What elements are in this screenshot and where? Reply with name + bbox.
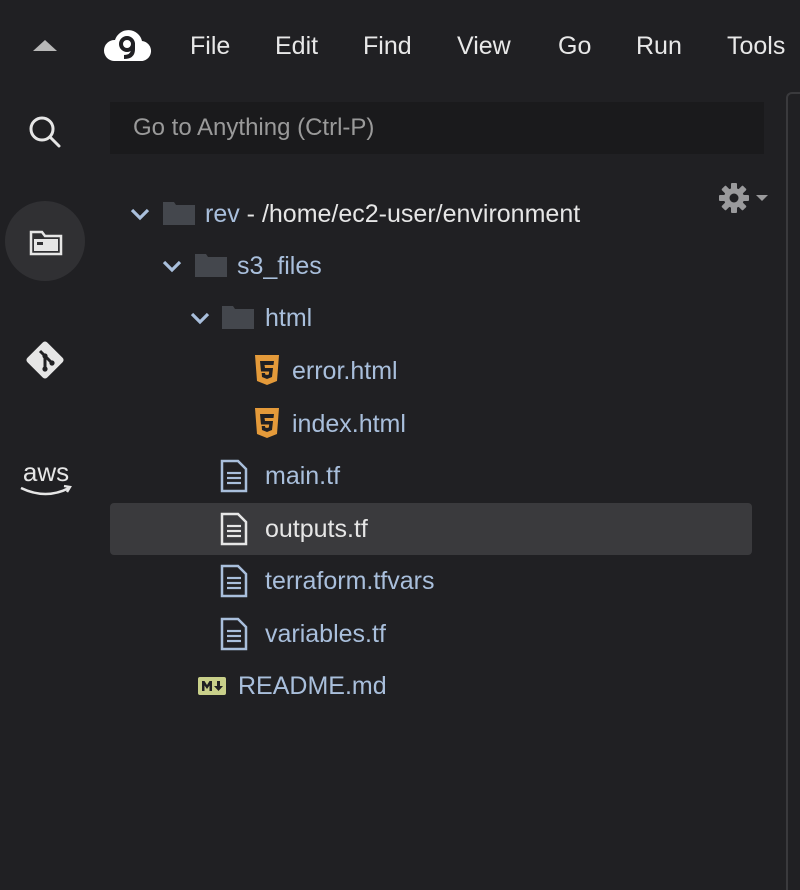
tree-item-label: variables.tf [265,620,386,648]
tree-file-index-html[interactable]: index.html [110,398,752,450]
folder-icon [163,202,195,225]
go-to-anything-input[interactable] [110,102,764,154]
file-icon [220,564,248,598]
tree-item-label: s3_files [237,252,322,280]
chevron-down-icon[interactable] [190,311,210,325]
root-folder-name: rev [205,200,240,228]
file-icon [220,617,248,651]
cloud9-logo-icon [103,30,152,62]
tree-folder-html[interactable]: html [110,292,752,344]
folder-icon [195,254,227,277]
ide-window: File Edit Find View Go Run Tools aws Go … [0,0,800,890]
root-folder-path: - /home/ec2-user/environment [239,200,581,228]
tree-item-label: index.html [292,410,406,438]
menu-find[interactable]: Find [363,30,412,62]
search-icon [29,116,61,148]
tree-folder-s3-files[interactable]: s3_files [110,240,752,292]
tree-item-label: error.html [292,357,398,385]
tree-item-label: html [265,304,313,332]
html5-icon [255,408,279,438]
menu-bar: File Edit Find View Go Run Tools [0,0,800,92]
collapse-menu-icon[interactable] [33,40,57,51]
folder-icon [29,230,63,256]
tree-file-terraform-tfvars[interactable]: terraform.tfvars [110,555,752,607]
tree-file-variables-tf[interactable]: variables.tf [110,608,752,660]
editor-panel-edge [786,92,800,890]
tree-item-label: terraform.tfvars [265,567,435,595]
activity-rail: aws [0,92,92,890]
tree-item-label: rev - /home/ec2-user/environment [205,198,580,230]
menu-file[interactable]: File [190,30,230,62]
tree-item-label: outputs.tf [265,515,368,543]
rail-git-button[interactable] [5,318,85,398]
file-icon [220,459,248,493]
menu-go[interactable]: Go [558,30,591,62]
aws-icon: aws [20,457,72,496]
tree-item-label: main.tf [265,462,341,490]
tree-item-label: README.md [238,672,387,700]
rail-aws-button[interactable]: aws [5,436,85,516]
menu-tools[interactable]: Tools [727,30,785,62]
file-icon [220,512,248,546]
rail-files-button[interactable] [5,201,85,281]
chevron-down-icon[interactable] [130,207,150,221]
tree-file-error-html[interactable]: error.html [110,345,752,397]
tree-file-readme-md[interactable]: README.md [110,660,752,712]
aws-text: aws [23,457,69,487]
tree-file-outputs-tf[interactable]: outputs.tf [110,503,752,555]
tree-root-rev[interactable]: rev - /home/ec2-user/environment [110,188,752,240]
chevron-down-icon[interactable] [162,259,182,273]
rail-search-button[interactable] [5,92,85,172]
markdown-icon [198,677,226,695]
html5-icon [255,355,279,385]
menu-view[interactable]: View [457,30,511,62]
menu-run[interactable]: Run [636,30,682,62]
git-icon [26,341,64,379]
tree-file-main-tf[interactable]: main.tf [110,450,752,502]
menu-edit[interactable]: Edit [275,30,318,62]
folder-icon [222,306,254,329]
